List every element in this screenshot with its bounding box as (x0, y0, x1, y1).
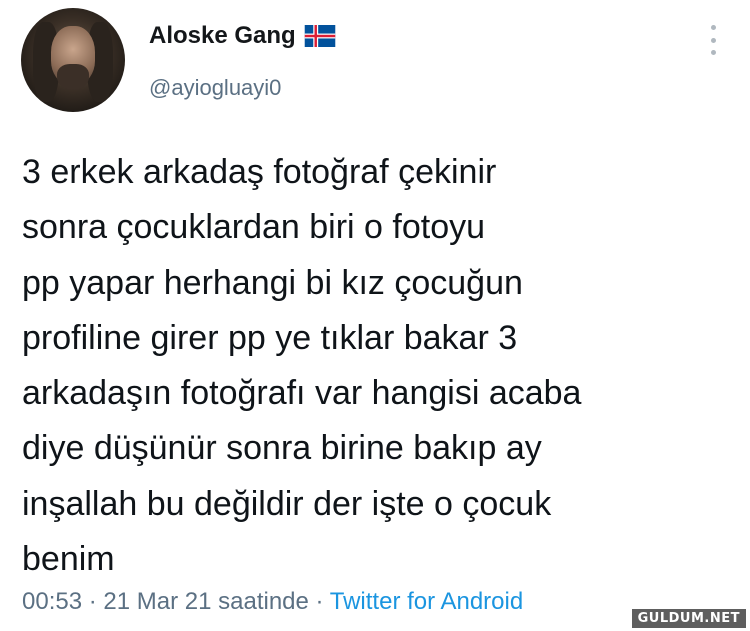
dot (710, 25, 716, 30)
dot (710, 50, 716, 55)
avatar[interactable] (21, 8, 125, 112)
tweet-source-link[interactable]: Twitter for Android (330, 588, 523, 615)
tweet-date[interactable]: 21 Mar 21 saatinde (103, 588, 308, 615)
iceland-flag-icon (304, 25, 335, 47)
meta-separator: · (308, 588, 330, 615)
dot (710, 37, 716, 43)
display-name-text[interactable]: Aloske Gang (149, 22, 296, 50)
watermark: GULDUM.NET (631, 609, 746, 628)
display-name[interactable]: Aloske Gang (149, 22, 336, 50)
tweet-time[interactable]: 00:53 (22, 588, 82, 615)
tweet-meta: 00:53 · 21 Mar 21 saatinde · Twitter for… (22, 588, 523, 616)
avatar-beard (57, 64, 89, 90)
more-options-icon[interactable] (706, 25, 720, 55)
meta-separator: · (82, 588, 104, 615)
tweet-text: 3 erkek arkadaş fotoğraf çekinir sonra ç… (22, 153, 582, 579)
user-handle[interactable]: @ayiogluayi0 (149, 75, 281, 101)
